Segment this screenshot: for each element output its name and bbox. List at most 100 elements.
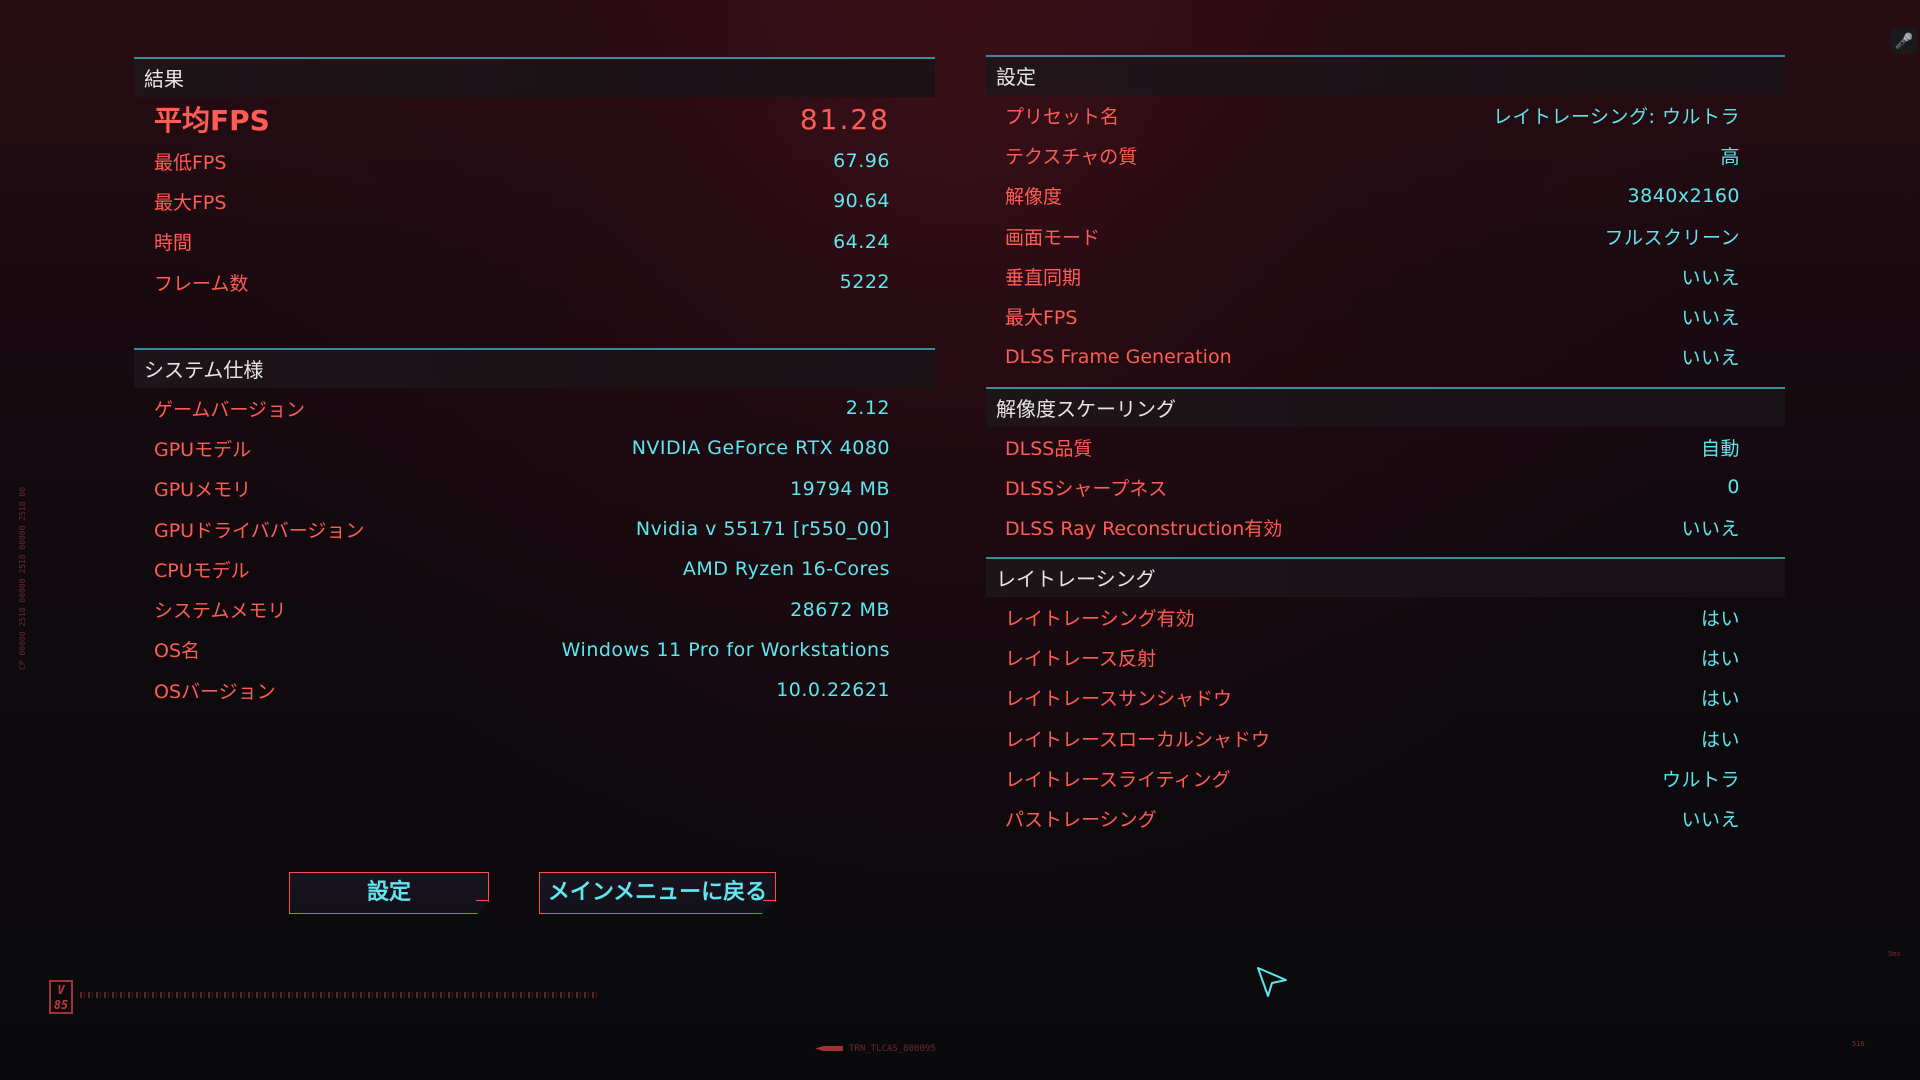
results-panel: 結果 平均FPS 81.28 最低FPS 67.96 最大FPS 90.64 時… (134, 57, 935, 302)
settings-rows: プリセット名 レイトレーシング: ウルトラ テクスチャの質 高 解像度 3840… (986, 95, 1785, 377)
row-label: フレーム数 (154, 272, 249, 295)
table-row: プリセット名 レイトレーシング: ウルトラ (1005, 95, 1740, 135)
row-value: 10.0.22621 (776, 679, 890, 702)
row-label: GPUメモリ (154, 479, 252, 502)
decorative-noise-line (80, 992, 600, 998)
corner-code-1: 5ms (1888, 950, 1901, 958)
system-spec-rows: ゲームバージョン 2.12 GPUモデル NVIDIA GeForce RTX … (134, 388, 935, 710)
row-label: レイトレースローカルシャドウ (1005, 728, 1271, 751)
microphone-icon: 🎤 (1891, 28, 1917, 54)
table-row: 垂直同期 いいえ (1005, 256, 1740, 296)
row-value: 90.64 (833, 190, 890, 213)
row-label: GPUモデル (154, 438, 252, 461)
results-rows: 平均FPS 81.28 最低FPS 67.96 最大FPS 90.64 時間 6… (134, 97, 935, 302)
row-value: NVIDIA GeForce RTX 4080 (631, 437, 890, 460)
row-label: 最大FPS (154, 191, 227, 214)
corner-code-2: 516 (1852, 1040, 1865, 1048)
system-spec-panel: システム仕様 ゲームバージョン 2.12 GPUモデル NVIDIA GeFor… (134, 348, 935, 710)
row-value: いいえ (1681, 518, 1740, 541)
row-value: 64.24 (833, 230, 890, 253)
row-label: DLSSシャープネス (1005, 477, 1168, 500)
table-row: GPUモデル NVIDIA GeForce RTX 4080 (154, 428, 890, 468)
table-row: OS名 Windows 11 Pro for Workstations (154, 630, 890, 670)
row-value: ウルトラ (1661, 768, 1740, 791)
row-value: AMD Ryzen 16-Cores (682, 558, 890, 581)
resolution-scaling-panel: 解像度スケーリング DLSS品質 自動 DLSSシャープネス 0 DLSS Ra… (986, 387, 1785, 548)
row-label: OSバージョン (154, 680, 276, 703)
row-label: テクスチャの質 (1005, 145, 1138, 168)
row-value: 2.12 (845, 397, 890, 420)
table-row: レイトレースローカルシャドウ はい (1005, 718, 1740, 758)
footer-code: TRN_TLCAS_800095 (815, 1044, 936, 1054)
back-to-main-menu-button[interactable]: メインメニューに戻る (539, 872, 776, 914)
table-row: レイトレーシング有効 はい (1005, 597, 1740, 637)
settings-header: 設定 (986, 55, 1785, 95)
row-label: DLSS Frame Generation (1005, 345, 1232, 368)
resolution-scaling-rows: DLSS品質 自動 DLSSシャープネス 0 DLSS Ray Reconstr… (986, 427, 1785, 548)
ray-tracing-panel: レイトレーシング レイトレーシング有効 はい レイトレース反射 はい レイトレー… (986, 557, 1785, 839)
row-value: 67.96 (833, 150, 890, 173)
row-value: 19794 MB (790, 477, 890, 500)
row-label: レイトレースサンシャドウ (1005, 688, 1233, 711)
row-label: CPUモデル (154, 559, 250, 582)
row-label: 最低FPS (154, 151, 227, 174)
row-label: プリセット名 (1005, 105, 1120, 128)
table-row: DLSSシャープネス 0 (1005, 467, 1740, 507)
version-badge: V 85 (49, 980, 73, 1014)
row-value: フルスクリーン (1604, 226, 1740, 249)
table-row: OSバージョン 10.0.22621 (154, 670, 890, 710)
row-label: 垂直同期 (1005, 266, 1082, 289)
row-value: 3840x2160 (1627, 184, 1740, 207)
row-value: レイトレーシング: ウルトラ (1492, 105, 1740, 128)
table-row: 最大FPS いいえ (1005, 296, 1740, 336)
row-label: パストレーシング (1005, 809, 1157, 832)
avg-fps-value: 81.28 (799, 102, 890, 136)
system-spec-header: システム仕様 (134, 348, 935, 388)
row-label: レイトレース反射 (1005, 647, 1157, 670)
resolution-scaling-header: 解像度スケーリング (986, 387, 1785, 427)
avg-fps-row: 平均FPS 81.28 (154, 97, 890, 141)
row-value: はい (1700, 647, 1740, 670)
table-row: DLSS Ray Reconstruction有効 いいえ (1005, 508, 1740, 548)
row-label: 解像度 (1005, 186, 1063, 209)
table-row: システムメモリ 28672 MB (154, 589, 890, 629)
results-header: 結果 (134, 57, 935, 97)
row-value: いいえ (1681, 347, 1740, 370)
row-value: 5222 (839, 271, 890, 294)
row-label: システムメモリ (154, 600, 287, 623)
row-value: いいえ (1681, 266, 1740, 289)
row-value: いいえ (1681, 809, 1740, 832)
row-label: レイトレースライティング (1005, 768, 1231, 791)
table-row: 解像度 3840x2160 (1005, 176, 1740, 216)
row-label: 画面モード (1005, 226, 1101, 249)
row-label: レイトレーシング有効 (1005, 607, 1195, 630)
vertical-code-text: CP 00000 2518 00000 2518 00000 2518 00 (18, 486, 27, 670)
row-value: 自動 (1700, 437, 1740, 460)
arrow-icon (815, 1046, 843, 1051)
row-value: はい (1700, 728, 1740, 751)
row-value: Nvidia v 55171 [r550_00] (635, 518, 890, 541)
table-row: GPUメモリ 19794 MB (154, 469, 890, 509)
table-row: パストレーシング いいえ (1005, 798, 1740, 838)
row-value: 高 (1720, 145, 1740, 168)
row-value: 28672 MB (790, 598, 890, 621)
table-row: テクスチャの質 高 (1005, 135, 1740, 175)
row-label: ゲームバージョン (154, 398, 306, 421)
table-row: ゲームバージョン 2.12 (154, 388, 890, 428)
row-value: 0 (1727, 476, 1740, 499)
row-value: いいえ (1681, 307, 1740, 330)
row-label: GPUドライババージョン (154, 519, 365, 542)
avg-fps-label: 平均FPS (154, 104, 270, 137)
table-row: CPUモデル AMD Ryzen 16-Cores (154, 549, 890, 589)
settings-panel: 設定 プリセット名 レイトレーシング: ウルトラ テクスチャの質 高 解像度 3… (986, 55, 1785, 377)
min-fps-row: 最低FPS 67.96 (154, 141, 890, 181)
max-fps-row: 最大FPS 90.64 (154, 181, 890, 221)
row-label: 最大FPS (1005, 307, 1078, 330)
row-value: はい (1700, 688, 1740, 711)
table-row: GPUドライババージョン Nvidia v 55171 [r550_00] (154, 509, 890, 549)
row-value: Windows 11 Pro for Workstations (561, 638, 890, 661)
table-row: レイトレースライティング ウルトラ (1005, 758, 1740, 798)
ray-tracing-header: レイトレーシング (986, 557, 1785, 597)
settings-button[interactable]: 設定 (289, 872, 489, 914)
row-label: DLSS Ray Reconstruction有効 (1005, 518, 1283, 541)
